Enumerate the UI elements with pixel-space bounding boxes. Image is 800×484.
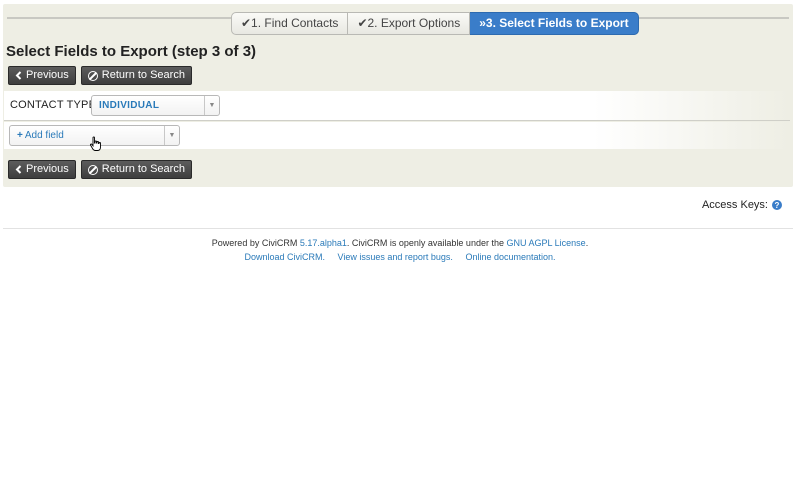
version-link[interactable]: 5.17.alpha1	[300, 238, 347, 248]
step-find-contacts[interactable]: ✔1. Find Contacts	[231, 12, 349, 35]
dropdown-arrow-icon: ▼	[204, 96, 219, 115]
step-export-options[interactable]: ✔2. Export Options	[348, 12, 471, 35]
footer-divider	[3, 228, 793, 229]
return-to-search-button-bottom[interactable]: Return to Search	[80, 160, 192, 179]
access-keys: Access Keys: ?	[702, 199, 782, 211]
step-select-fields: »3. Select Fields to Export	[470, 12, 639, 35]
download-link[interactable]: Download CiviCRM.	[244, 252, 325, 262]
chevron-left-icon	[15, 165, 22, 174]
contact-type-label: CONTACT TYPE	[10, 99, 97, 111]
access-keys-label: Access Keys:	[701, 199, 768, 211]
footer-links: Download CiviCRM. View issues and report…	[0, 252, 800, 262]
return-to-search-button[interactable]: Return to Search	[80, 66, 192, 85]
issues-link[interactable]: View issues and report bugs.	[338, 252, 453, 262]
wizard-steps: ✔1. Find Contacts ✔2. Export Options »3.…	[231, 12, 639, 35]
previous-label: Previous	[26, 69, 69, 81]
previous-button-bottom[interactable]: Previous	[8, 160, 76, 179]
page-title: Select Fields to Export (step 3 of 3)	[6, 43, 257, 60]
powered-by-text: Powered by CiviCRM	[211, 238, 298, 248]
return-to-search-label: Return to Search	[101, 163, 185, 175]
license-text: . CiviCRM is openly available under the	[346, 238, 504, 248]
help-icon[interactable]: ?	[772, 200, 782, 210]
chevron-left-icon	[15, 71, 22, 80]
license-link[interactable]: GNU AGPL License	[506, 238, 585, 248]
ban-icon	[87, 70, 98, 81]
return-to-search-label: Return to Search	[101, 69, 185, 81]
top-button-row: Previous Return to Search	[8, 66, 192, 85]
dropdown-arrow-icon: ▼	[164, 126, 179, 145]
footer-powered-by: Powered by CiviCRM 5.17.alpha1. CiviCRM …	[0, 238, 800, 248]
bottom-button-row: Previous Return to Search	[8, 160, 192, 179]
footer-period: .	[585, 238, 589, 248]
add-field-row: + Add field ▼	[4, 122, 790, 149]
add-field-text: + Add field	[10, 130, 164, 141]
previous-button[interactable]: Previous	[8, 66, 76, 85]
previous-label: Previous	[26, 163, 69, 175]
ban-icon	[87, 164, 98, 175]
contact-type-select[interactable]: INDIVIDUAL ▼	[91, 95, 220, 116]
contact-type-value: INDIVIDUAL	[99, 100, 160, 111]
row-divider	[4, 120, 790, 121]
contact-type-row: CONTACT TYPE INDIVIDUAL ▼	[4, 91, 790, 120]
hand-cursor-icon	[89, 136, 101, 151]
add-field-label: Add field	[24, 130, 64, 141]
documentation-link[interactable]: Online documentation.	[465, 252, 555, 262]
plus-icon: +	[17, 130, 23, 141]
